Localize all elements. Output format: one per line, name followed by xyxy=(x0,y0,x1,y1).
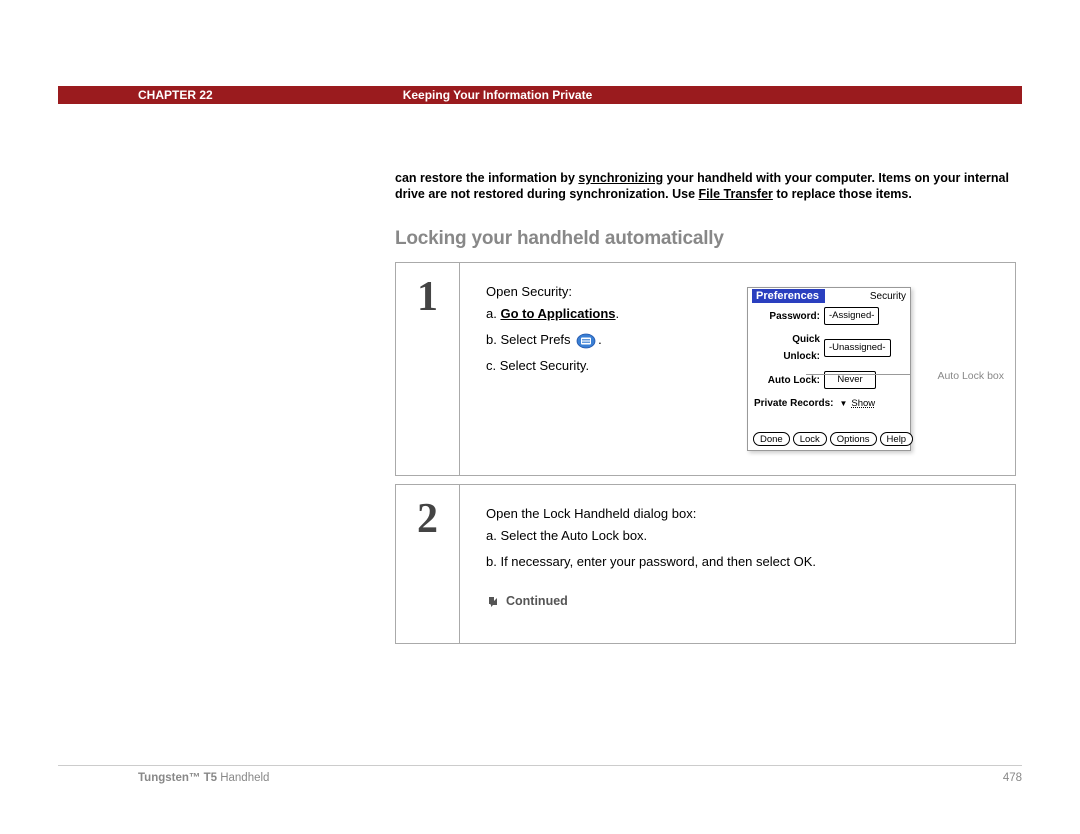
autolock-callout-label: Auto Lock box xyxy=(937,368,1004,386)
palm-private-row: Private Records: ▼ Show xyxy=(748,392,910,415)
intro-part3: to replace those items. xyxy=(773,187,912,201)
product-name-rest: Handheld xyxy=(217,772,269,784)
continued-indicator: Continued xyxy=(486,591,568,612)
step-1-body: Open Security: a. Go to Applications. b.… xyxy=(460,263,1015,475)
palm-private-label: Private Records: xyxy=(754,395,837,412)
step-1b-prefix: b. Select Prefs xyxy=(486,332,574,347)
palm-autolock-row: Auto Lock: Never xyxy=(748,368,910,392)
palm-password-row: Password: -Assigned- xyxy=(748,304,910,328)
palm-help-button[interactable]: Help xyxy=(880,432,914,446)
callout-line xyxy=(806,374,910,375)
chapter-title: Keeping Your Information Private xyxy=(403,88,593,102)
palm-quickunlock-label: Quick Unlock: xyxy=(754,331,824,365)
go-to-applications-link[interactable]: Go to Applications xyxy=(500,306,615,321)
product-name-bold: Tungsten™ T5 xyxy=(138,772,217,784)
palm-titlebar: Preferences Security xyxy=(748,288,910,304)
step-2-body: Open the Lock Handheld dialog box: a. Se… xyxy=(460,485,1015,643)
step-2-box: 2 Open the Lock Handheld dialog box: a. … xyxy=(395,484,1016,644)
synchronizing-link[interactable]: synchronizing xyxy=(578,171,663,185)
step-1a-prefix: a. xyxy=(486,306,500,321)
intro-paragraph: can restore the information by synchroni… xyxy=(395,170,1016,203)
palm-lock-button[interactable]: Lock xyxy=(793,432,827,446)
file-transfer-link[interactable]: File Transfer xyxy=(699,187,773,201)
palm-title-right: Security xyxy=(870,288,906,305)
continued-arrow-icon xyxy=(486,595,500,609)
section-heading: Locking your handheld automatically xyxy=(395,228,724,250)
palm-done-button[interactable]: Done xyxy=(753,432,790,446)
intro-part1: can restore the information by xyxy=(395,171,578,185)
step-1-number: 1 xyxy=(417,273,438,475)
step-1a-suffix: . xyxy=(616,306,620,321)
palm-quickunlock-value[interactable]: -Unassigned- xyxy=(824,339,891,357)
dropdown-caret-icon: ▼ xyxy=(839,397,847,411)
step-1b-suffix: . xyxy=(598,332,602,347)
palm-preferences-screenshot: Preferences Security Password: -Assigned… xyxy=(747,287,911,451)
prefs-icon xyxy=(576,333,596,349)
step-1-box: 1 Open Security: a. Go to Applications. … xyxy=(395,262,1016,476)
step-1-title: Open Security: xyxy=(486,281,991,303)
palm-bottom-buttons: Done Lock Options Help xyxy=(748,432,910,446)
chapter-number-label: CHAPTER 22 xyxy=(138,88,213,102)
step-2-title: Open the Lock Handheld dialog box: xyxy=(486,503,991,525)
palm-title-left: Preferences xyxy=(752,289,825,303)
chapter-bar: CHAPTER 22 Keeping Your Information Priv… xyxy=(58,86,1022,104)
palm-password-label: Password: xyxy=(754,308,824,325)
step-2-number: 2 xyxy=(417,495,438,643)
palm-private-value[interactable]: Show xyxy=(849,396,877,412)
product-name: Tungsten™ T5 Handheld xyxy=(138,772,269,784)
step-1c: c. Select Security. xyxy=(486,355,991,377)
step-2b: b. If necessary, enter your password, an… xyxy=(486,551,991,573)
step-2-number-column: 2 xyxy=(396,485,460,643)
palm-options-button[interactable]: Options xyxy=(830,432,877,446)
step-1-number-column: 1 xyxy=(396,263,460,475)
palm-password-value[interactable]: -Assigned- xyxy=(824,307,879,325)
step-2a: a. Select the Auto Lock box. xyxy=(486,525,991,547)
page-footer: Tungsten™ T5 Handheld 478 xyxy=(58,765,1022,784)
palm-quickunlock-row: Quick Unlock: -Unassigned- xyxy=(748,328,910,368)
continued-label: Continued xyxy=(506,591,568,612)
page-number: 478 xyxy=(1003,772,1022,784)
